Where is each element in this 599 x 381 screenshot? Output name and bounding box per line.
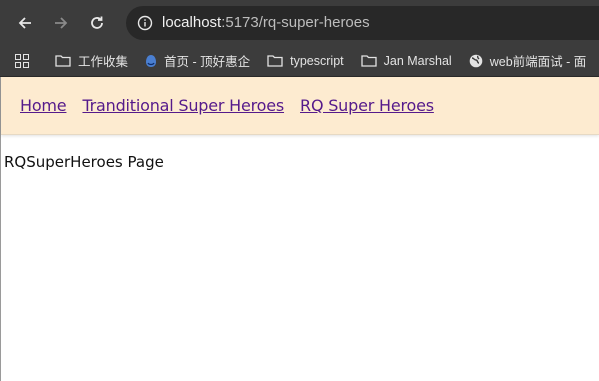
bookmark-folder-typescript[interactable]: typescript: [267, 54, 344, 68]
bookmark-folder-jan-marshal[interactable]: Jan Marshal: [360, 53, 452, 68]
url-path: :5173/rq-super-heroes: [221, 14, 370, 31]
folder-icon: [267, 55, 283, 67]
app-navbar: Home Tranditional Super Heroes RQ Super …: [1, 77, 599, 135]
bookmarks-bar: 工作收集 首页 - 顶好惠企 typescript Jan Marshal we…: [0, 45, 599, 77]
nav-link-traditional-super-heroes[interactable]: Tranditional Super Heroes: [82, 96, 284, 115]
address-bar[interactable]: localhost:5173/rq-super-heroes: [126, 5, 599, 40]
back-arrow-icon[interactable]: [14, 12, 36, 34]
apps-grid-icon[interactable]: [15, 52, 29, 70]
bookmark-homepage[interactable]: 首页 - 顶好惠企: [145, 51, 250, 70]
nav-link-home[interactable]: Home: [20, 96, 67, 115]
forward-arrow-icon[interactable]: [50, 12, 72, 34]
bookmark-folder-work[interactable]: 工作收集: [55, 51, 128, 70]
site-favicon-icon: [146, 54, 157, 67]
site-info-icon[interactable]: [134, 12, 156, 34]
bookmark-web-interview[interactable]: web前端面试 - 面: [469, 51, 587, 70]
nav-link-rq-super-heroes[interactable]: RQ Super Heroes: [300, 96, 434, 115]
bookmark-label: web前端面试 - 面: [489, 55, 587, 69]
folder-icon: [360, 55, 377, 67]
browser-toolbar: localhost:5173/rq-super-heroes: [0, 0, 599, 45]
url-text[interactable]: localhost:5173/rq-super-heroes: [162, 14, 370, 31]
bookmark-label: 首页 - 顶好惠企: [164, 55, 251, 69]
page-title: RQSuperHeroes Page: [4, 153, 164, 171]
globe-icon: [469, 54, 483, 67]
reload-icon[interactable]: [86, 12, 108, 34]
browser-window: localhost:5173/rq-super-heroes 工作收集 首页 -…: [0, 0, 599, 381]
folder-icon: [55, 55, 71, 67]
url-host: localhost: [162, 14, 222, 31]
bookmark-label: Jan Marshal: [383, 53, 452, 68]
bookmark-label: typescript: [290, 53, 344, 68]
page-content: Home Tranditional Super Heroes RQ Super …: [0, 77, 599, 381]
bookmark-label: 工作收集: [78, 55, 129, 69]
